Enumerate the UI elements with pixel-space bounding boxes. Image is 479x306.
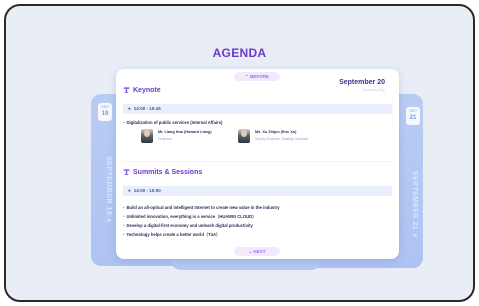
podium-icon [123, 86, 130, 95]
speaker-card[interactable]: Mr. Liang Hua (Howard Liang) Chairman [141, 129, 212, 143]
agenda-day-card: ⌃ BEFORE September 20 Opening Day Keynot… [116, 69, 399, 259]
previous-day-label[interactable]: SEPTEMBER 19 ∧ [102, 156, 112, 256]
list-item[interactable]: • Unlimited innovation, everything is a s… [123, 213, 280, 222]
day-subtitle: Opening Day [361, 87, 385, 92]
section-divider [123, 161, 392, 162]
page-title: AGENDA [212, 46, 267, 60]
summits-time-bar: ● 14:00 - 15:50 [123, 186, 392, 196]
next-button[interactable]: ⌄ NEXT [234, 247, 280, 256]
before-button[interactable]: ⌃ BEFORE [234, 72, 280, 81]
speaker-name: Ms. Xu Zhijun (Eric Xu) [255, 130, 297, 134]
session-title: Develop a digital-first economy and unle… [126, 223, 253, 228]
clock-icon: ● [128, 188, 131, 193]
list-item[interactable]: • Develop a digital-first economy and unl… [123, 222, 280, 231]
keynote-time: 14:00 - 15:45 [133, 106, 161, 111]
bullet-icon: • [123, 120, 125, 125]
date-badge-left: SEP 19 [98, 103, 112, 121]
clock-icon: ● [128, 106, 131, 111]
keynote-label: Keynote [133, 87, 161, 94]
bullet-icon: • [123, 205, 125, 210]
bullet-icon: • [123, 232, 125, 237]
summits-heading: Summits & Sessions [123, 168, 202, 177]
day-date: September 20 [339, 79, 385, 86]
bullet-icon: • [123, 223, 125, 228]
speaker-role: Deputy Chairman, Rotating Chairman [255, 137, 309, 141]
speaker-card[interactable]: Ms. Xu Zhijun (Eric Xu) Deputy Chairman,… [238, 129, 308, 143]
bullet-icon: • [123, 214, 125, 219]
avatar [238, 129, 250, 143]
next-day-label[interactable]: SEPTEMBER 21 ∨ [408, 171, 418, 261]
session-title: Technology helps create a better world（T… [126, 232, 221, 237]
keynote-topic-text: Digitalization of public services (Inter… [126, 120, 223, 125]
speaker-role: Chairman [158, 137, 172, 141]
keynote-time-bar: ● 14:00 - 15:45 [123, 104, 392, 114]
list-item[interactable]: • Build an all-optical and intelligent In… [123, 204, 280, 213]
keynote-topic: • Digitalization of public services (Inte… [123, 120, 222, 125]
date-badge-right: SEP 21 [406, 107, 420, 125]
avatar [141, 129, 153, 143]
session-title: Build an all-optical and intelligent Int… [126, 205, 280, 210]
podium-icon [123, 168, 130, 177]
speaker-name: Mr. Liang Hua (Howard Liang) [158, 130, 212, 134]
list-item[interactable]: • Technology helps create a better world（… [123, 231, 280, 240]
badge-day: 21 [409, 115, 417, 121]
session-title: Unlimited innovation, everything is a se… [126, 214, 257, 219]
badge-day: 19 [101, 111, 109, 117]
keynote-heading: Keynote [123, 86, 161, 95]
summits-label: Summits & Sessions [133, 169, 203, 176]
session-list: • Build an all-optical and intelligent In… [123, 204, 280, 240]
day-header: September 20 Opening Day [339, 79, 385, 92]
summits-time: 14:00 - 15:50 [133, 188, 161, 193]
app-frame: AGENDA SEP 19 SEP 21 SEPTEMBER 19 ∧ SEPT… [4, 4, 475, 302]
